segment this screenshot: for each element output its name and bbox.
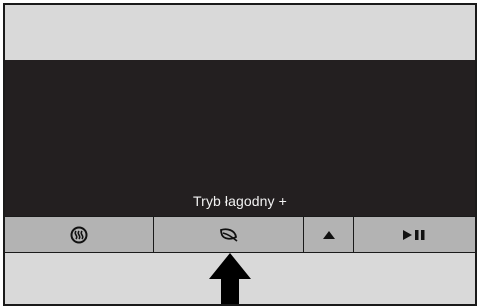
start-pause-button[interactable] xyxy=(353,217,475,252)
button-bar xyxy=(5,216,475,253)
control-panel: Tryb łagodny + xyxy=(3,3,477,306)
gentle-mode-button[interactable] xyxy=(153,217,303,252)
steam-button[interactable] xyxy=(5,217,153,252)
mode-label: Tryb łagodny + xyxy=(193,193,287,209)
play-pause-icon xyxy=(402,229,424,240)
triangle-up-icon xyxy=(322,230,335,239)
display-screen: Tryb łagodny + xyxy=(5,60,475,216)
up-button[interactable] xyxy=(303,217,353,252)
steam-icon xyxy=(70,226,88,243)
leaf-icon xyxy=(219,227,238,242)
pointer-arrow-icon xyxy=(209,253,251,304)
